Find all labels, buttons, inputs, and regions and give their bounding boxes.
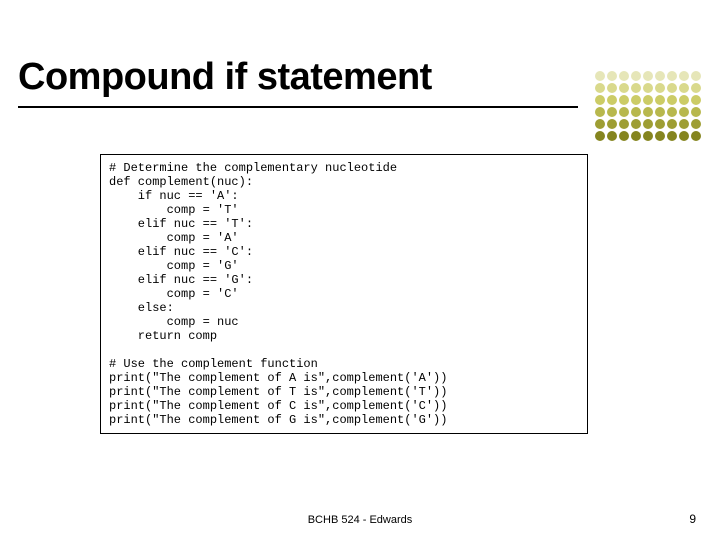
dot	[595, 107, 605, 117]
dot	[667, 107, 677, 117]
dot	[667, 119, 677, 129]
dot-row-3	[595, 95, 701, 105]
dot	[679, 71, 689, 81]
dot	[619, 131, 629, 141]
title-underline	[18, 106, 578, 108]
title-region: Compound if statement	[18, 56, 658, 99]
page-title: Compound if statement	[18, 56, 658, 99]
dot	[655, 131, 665, 141]
dot-row-6	[595, 131, 701, 141]
dot	[631, 107, 641, 117]
dot-row-5	[595, 119, 701, 129]
code-listing: # Determine the complementary nucleotide…	[109, 161, 579, 427]
dot	[643, 131, 653, 141]
dot	[607, 71, 617, 81]
dot	[631, 83, 641, 93]
dot	[607, 83, 617, 93]
dot	[691, 95, 701, 105]
dot	[667, 131, 677, 141]
dot	[619, 119, 629, 129]
dot	[619, 71, 629, 81]
dot	[643, 95, 653, 105]
dot	[655, 107, 665, 117]
dot	[595, 119, 605, 129]
dot	[631, 95, 641, 105]
dot	[691, 107, 701, 117]
code-box: # Determine the complementary nucleotide…	[100, 154, 588, 434]
dot	[595, 95, 605, 105]
dot	[607, 119, 617, 129]
dot	[691, 71, 701, 81]
dot	[619, 107, 629, 117]
dot	[595, 83, 605, 93]
dot	[631, 131, 641, 141]
dot	[691, 83, 701, 93]
slide: Compound if statement	[0, 0, 720, 540]
footer-text: BCHB 524 - Edwards	[0, 514, 720, 526]
dot	[619, 83, 629, 93]
dot	[595, 131, 605, 141]
dot	[655, 83, 665, 93]
dot	[643, 71, 653, 81]
dot	[679, 107, 689, 117]
dot	[619, 95, 629, 105]
dot-row-1	[595, 71, 701, 81]
dot	[679, 131, 689, 141]
dot	[667, 71, 677, 81]
dot	[691, 131, 701, 141]
dot	[607, 107, 617, 117]
dot-row-2	[595, 83, 701, 93]
dot	[643, 107, 653, 117]
dot	[667, 83, 677, 93]
dot	[655, 119, 665, 129]
dot	[631, 71, 641, 81]
dot	[607, 95, 617, 105]
dot	[643, 83, 653, 93]
dot	[667, 95, 677, 105]
dot	[679, 83, 689, 93]
dot	[691, 119, 701, 129]
dot	[595, 71, 605, 81]
dot	[679, 95, 689, 105]
dot	[607, 131, 617, 141]
dot	[643, 119, 653, 129]
page-number: 9	[689, 512, 696, 526]
dot	[655, 95, 665, 105]
dot-row-4	[595, 107, 701, 117]
dot-grid-decoration	[594, 70, 702, 142]
dot	[655, 71, 665, 81]
dot	[679, 119, 689, 129]
dot	[631, 119, 641, 129]
